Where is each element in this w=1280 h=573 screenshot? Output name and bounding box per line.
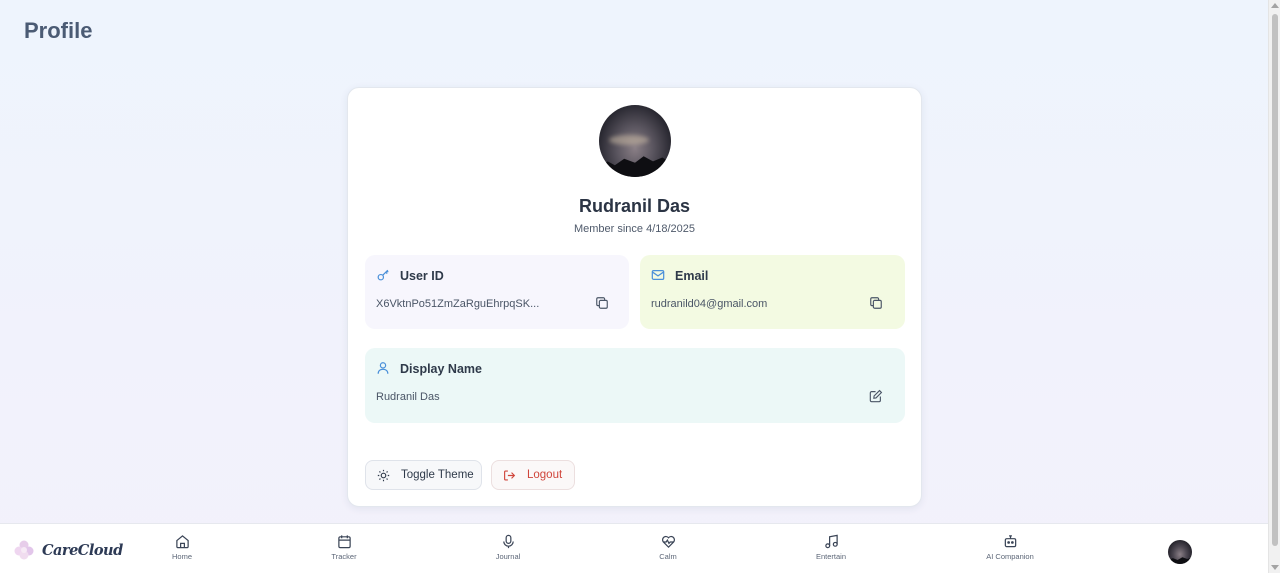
heart-pulse-icon — [661, 535, 675, 548]
email-value: rudranild04@gmail.com — [651, 298, 768, 310]
mail-icon — [651, 270, 665, 280]
profile-avatar — [599, 105, 671, 177]
copy-user-id-icon[interactable] — [595, 296, 609, 310]
nav-label-home: Home — [171, 552, 192, 561]
display-name-value: Rudranil Das — [376, 391, 440, 403]
copy-email-icon[interactable] — [869, 296, 883, 310]
scroll-down-arrow-icon[interactable] — [1271, 565, 1279, 570]
bottom-nav: CareCloud Home Tracker Journal Calm Ente… — [0, 523, 1268, 573]
member-since: Member since 4/18/2025 — [573, 223, 696, 235]
toggle-theme-label: Toggle Theme — [401, 469, 474, 481]
logout-icon — [504, 469, 516, 481]
display-name-box: Display Name Rudranil Das — [365, 348, 905, 423]
nav-item-calm[interactable]: Calm — [628, 534, 708, 568]
music-icon — [824, 534, 838, 549]
carecloud-logo-icon — [14, 540, 34, 560]
key-icon — [377, 269, 389, 281]
user-id-label: User ID — [400, 269, 444, 283]
scrollbar[interactable] — [1268, 0, 1280, 573]
logout-label: Logout — [527, 469, 563, 481]
email-label: Email — [675, 269, 709, 283]
display-name-label: Display Name — [400, 362, 482, 376]
nav-label-journal: Journal — [495, 552, 521, 561]
email-box: Email rudranild04@gmail.com — [640, 255, 905, 329]
robot-icon — [1004, 535, 1016, 548]
brand[interactable]: CareCloud — [12, 538, 123, 562]
nav-label-tracker: Tracker — [331, 552, 357, 561]
user-icon — [377, 362, 389, 374]
profile-name: Rudranil Das — [578, 196, 691, 216]
nav-item-home[interactable]: Home — [142, 534, 222, 568]
user-id-box: User ID X6VktnPo51ZmZaRguEhrpqSK... — [365, 255, 629, 329]
scrollbar-thumb[interactable] — [1272, 14, 1278, 546]
microphone-icon — [502, 534, 514, 549]
logout-button[interactable]: Logout — [491, 460, 575, 490]
edit-icon[interactable] — [869, 389, 883, 403]
nav-label-entertain: Entertain — [815, 552, 847, 561]
page-title: Profile — [24, 18, 93, 43]
nav-label-ai-companion: AI Companion — [986, 552, 1034, 561]
toggle-theme-button[interactable]: Toggle Theme — [365, 460, 482, 490]
nav-label-calm: Calm — [659, 552, 677, 561]
nav-avatar[interactable] — [1168, 540, 1192, 564]
user-id-value: X6VktnPo51ZmZaRguEhrpqSK... — [376, 298, 540, 310]
sun-icon — [377, 469, 390, 481]
nav-item-journal[interactable]: Journal — [468, 534, 548, 568]
profile-card: Rudranil Das Member since 4/18/2025 User… — [347, 87, 922, 507]
nav-item-entertain[interactable]: Entertain — [791, 534, 871, 568]
home-icon — [175, 535, 189, 549]
nav-item-tracker[interactable]: Tracker — [304, 534, 384, 568]
calendar-icon — [337, 535, 351, 549]
brand-name: CareCloud — [42, 541, 123, 559]
nav-item-ai-companion[interactable]: AI Companion — [970, 534, 1050, 568]
scroll-up-arrow-icon[interactable] — [1271, 3, 1279, 8]
